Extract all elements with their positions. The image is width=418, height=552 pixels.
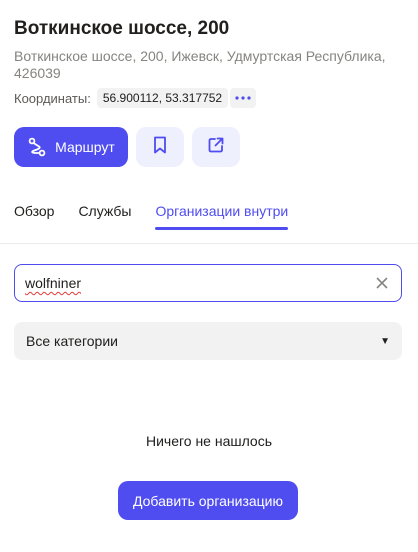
route-icon xyxy=(27,137,47,157)
tabs-bar: Обзор Службы Организации внутри xyxy=(14,203,312,230)
bookmark-icon xyxy=(152,136,168,159)
share-button[interactable] xyxy=(192,127,240,167)
coordinates-row: Координаты: 56.900112, 53.317752 xyxy=(14,88,257,108)
close-icon[interactable] xyxy=(373,274,391,292)
full-address: Воткинское шоссе, 200, Ижевск, Удмуртска… xyxy=(14,48,386,81)
action-buttons: Маршрут xyxy=(14,127,240,167)
add-organization-button[interactable]: Добавить организацию xyxy=(118,481,298,520)
category-dropdown[interactable]: Все категории ▼ xyxy=(14,322,402,360)
search-input-value[interactable]: wolfniner xyxy=(25,275,373,291)
place-card-panel: Воткинское шоссе, 200 Воткинское шоссе, … xyxy=(0,0,418,552)
search-input[interactable]: wolfniner xyxy=(14,264,402,302)
tab-organizations-inside[interactable]: Организации внутри xyxy=(155,203,288,230)
tabs-divider xyxy=(0,243,418,244)
share-icon xyxy=(207,136,225,159)
page-title: Воткинское шоссе, 200 xyxy=(14,18,230,39)
route-button[interactable]: Маршрут xyxy=(14,127,128,167)
tab-services[interactable]: Службы xyxy=(78,203,131,230)
tab-overview[interactable]: Обзор xyxy=(14,203,54,230)
category-dropdown-value: Все категории xyxy=(26,333,118,349)
empty-state-message: Ничего не нашлось xyxy=(145,433,273,449)
route-button-label: Маршрут xyxy=(55,139,115,155)
bookmark-button[interactable] xyxy=(136,127,184,167)
caret-down-icon: ▼ xyxy=(380,335,390,347)
coordinates-label: Координаты: xyxy=(14,90,91,106)
more-dots-icon[interactable] xyxy=(230,88,257,108)
coordinates-value[interactable]: 56.900112, 53.317752 xyxy=(96,88,229,108)
